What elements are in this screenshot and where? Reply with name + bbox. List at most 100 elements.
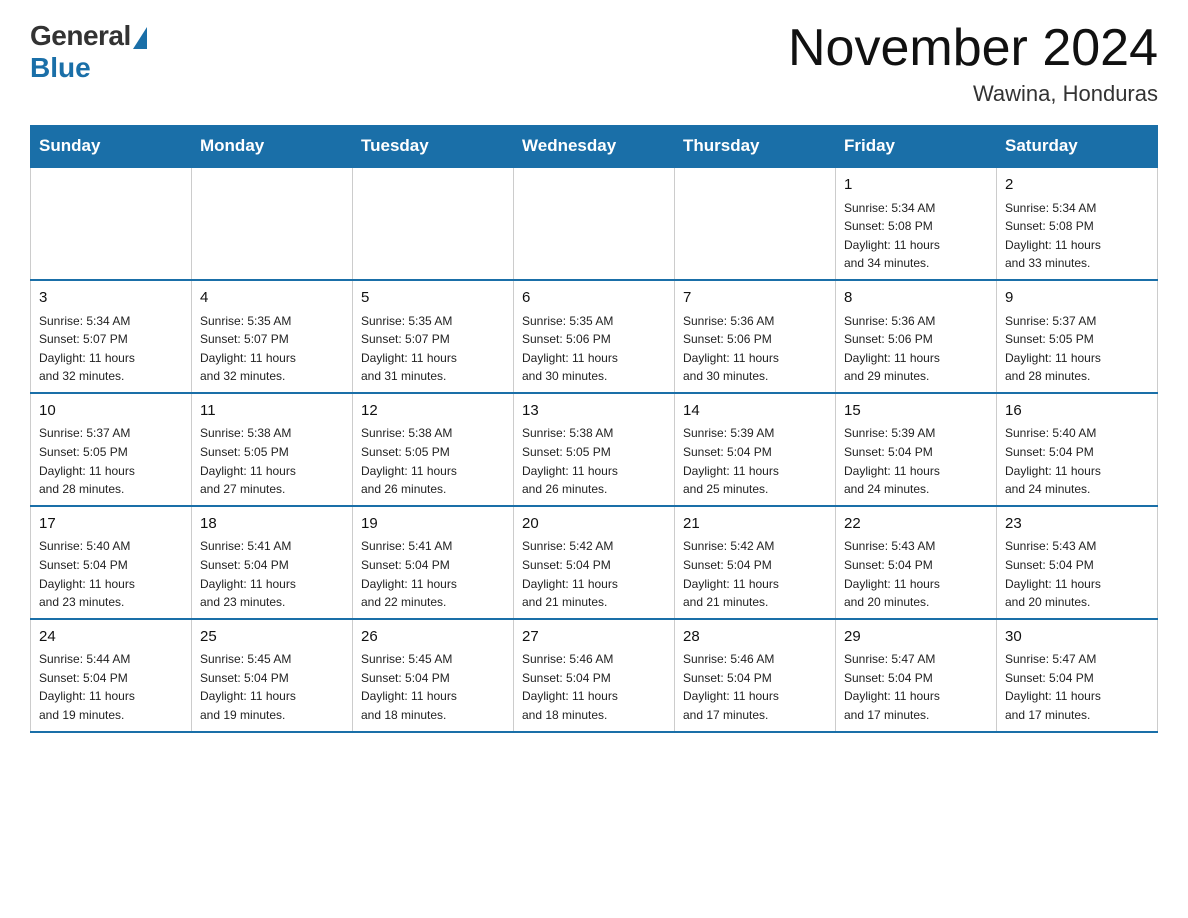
day-info: Sunrise: 5:42 AM Sunset: 5:04 PM Dayligh… [522,537,666,611]
calendar-cell: 21Sunrise: 5:42 AM Sunset: 5:04 PM Dayli… [675,506,836,619]
day-info: Sunrise: 5:36 AM Sunset: 5:06 PM Dayligh… [683,312,827,386]
day-number: 8 [844,287,988,310]
day-number: 27 [522,626,666,649]
day-info: Sunrise: 5:43 AM Sunset: 5:04 PM Dayligh… [844,537,988,611]
logo-general-text: General [30,20,131,52]
weekday-header-sunday: Sunday [31,126,192,168]
day-info: Sunrise: 5:34 AM Sunset: 5:08 PM Dayligh… [844,199,988,273]
day-info: Sunrise: 5:41 AM Sunset: 5:04 PM Dayligh… [361,537,505,611]
day-info: Sunrise: 5:39 AM Sunset: 5:04 PM Dayligh… [844,424,988,498]
day-info: Sunrise: 5:35 AM Sunset: 5:07 PM Dayligh… [361,312,505,386]
day-info: Sunrise: 5:36 AM Sunset: 5:06 PM Dayligh… [844,312,988,386]
calendar-cell [514,167,675,280]
calendar-cell: 19Sunrise: 5:41 AM Sunset: 5:04 PM Dayli… [353,506,514,619]
calendar-cell: 17Sunrise: 5:40 AM Sunset: 5:04 PM Dayli… [31,506,192,619]
weekday-header-saturday: Saturday [997,126,1158,168]
day-number: 28 [683,626,827,649]
day-info: Sunrise: 5:40 AM Sunset: 5:04 PM Dayligh… [1005,424,1149,498]
day-number: 1 [844,174,988,197]
page-header: General Blue November 2024 Wawina, Hondu… [30,20,1158,107]
calendar-week-row: 10Sunrise: 5:37 AM Sunset: 5:05 PM Dayli… [31,393,1158,506]
day-info: Sunrise: 5:45 AM Sunset: 5:04 PM Dayligh… [200,650,344,724]
calendar-cell: 28Sunrise: 5:46 AM Sunset: 5:04 PM Dayli… [675,619,836,732]
day-info: Sunrise: 5:38 AM Sunset: 5:05 PM Dayligh… [522,424,666,498]
weekday-header-tuesday: Tuesday [353,126,514,168]
day-info: Sunrise: 5:34 AM Sunset: 5:08 PM Dayligh… [1005,199,1149,273]
calendar-cell: 7Sunrise: 5:36 AM Sunset: 5:06 PM Daylig… [675,280,836,393]
day-info: Sunrise: 5:46 AM Sunset: 5:04 PM Dayligh… [683,650,827,724]
day-number: 18 [200,513,344,536]
calendar-cell: 4Sunrise: 5:35 AM Sunset: 5:07 PM Daylig… [192,280,353,393]
calendar-cell: 11Sunrise: 5:38 AM Sunset: 5:05 PM Dayli… [192,393,353,506]
calendar-cell: 16Sunrise: 5:40 AM Sunset: 5:04 PM Dayli… [997,393,1158,506]
day-number: 20 [522,513,666,536]
calendar-cell: 8Sunrise: 5:36 AM Sunset: 5:06 PM Daylig… [836,280,997,393]
weekday-header-monday: Monday [192,126,353,168]
day-number: 15 [844,400,988,423]
calendar-cell: 30Sunrise: 5:47 AM Sunset: 5:04 PM Dayli… [997,619,1158,732]
day-number: 5 [361,287,505,310]
day-info: Sunrise: 5:45 AM Sunset: 5:04 PM Dayligh… [361,650,505,724]
calendar-cell: 6Sunrise: 5:35 AM Sunset: 5:06 PM Daylig… [514,280,675,393]
day-number: 7 [683,287,827,310]
day-number: 12 [361,400,505,423]
calendar-cell: 24Sunrise: 5:44 AM Sunset: 5:04 PM Dayli… [31,619,192,732]
logo: General Blue [30,20,147,84]
day-info: Sunrise: 5:44 AM Sunset: 5:04 PM Dayligh… [39,650,183,724]
calendar-cell: 25Sunrise: 5:45 AM Sunset: 5:04 PM Dayli… [192,619,353,732]
day-info: Sunrise: 5:47 AM Sunset: 5:04 PM Dayligh… [844,650,988,724]
day-info: Sunrise: 5:38 AM Sunset: 5:05 PM Dayligh… [361,424,505,498]
calendar-cell: 20Sunrise: 5:42 AM Sunset: 5:04 PM Dayli… [514,506,675,619]
weekday-header-thursday: Thursday [675,126,836,168]
day-number: 3 [39,287,183,310]
calendar-cell: 9Sunrise: 5:37 AM Sunset: 5:05 PM Daylig… [997,280,1158,393]
calendar-cell [675,167,836,280]
location-title: Wawina, Honduras [788,81,1158,107]
day-number: 23 [1005,513,1149,536]
day-number: 4 [200,287,344,310]
day-info: Sunrise: 5:46 AM Sunset: 5:04 PM Dayligh… [522,650,666,724]
calendar-week-row: 3Sunrise: 5:34 AM Sunset: 5:07 PM Daylig… [31,280,1158,393]
calendar-cell: 18Sunrise: 5:41 AM Sunset: 5:04 PM Dayli… [192,506,353,619]
calendar-week-row: 17Sunrise: 5:40 AM Sunset: 5:04 PM Dayli… [31,506,1158,619]
calendar-cell [31,167,192,280]
day-info: Sunrise: 5:35 AM Sunset: 5:06 PM Dayligh… [522,312,666,386]
calendar-cell [192,167,353,280]
calendar-cell [353,167,514,280]
day-number: 14 [683,400,827,423]
day-info: Sunrise: 5:37 AM Sunset: 5:05 PM Dayligh… [39,424,183,498]
calendar-cell: 13Sunrise: 5:38 AM Sunset: 5:05 PM Dayli… [514,393,675,506]
day-number: 25 [200,626,344,649]
day-number: 26 [361,626,505,649]
day-number: 30 [1005,626,1149,649]
logo-triangle-icon [133,27,147,49]
day-info: Sunrise: 5:43 AM Sunset: 5:04 PM Dayligh… [1005,537,1149,611]
title-block: November 2024 Wawina, Honduras [788,20,1158,107]
day-number: 22 [844,513,988,536]
logo-blue-text: Blue [30,52,91,84]
weekday-header-wednesday: Wednesday [514,126,675,168]
day-info: Sunrise: 5:35 AM Sunset: 5:07 PM Dayligh… [200,312,344,386]
calendar-week-row: 24Sunrise: 5:44 AM Sunset: 5:04 PM Dayli… [31,619,1158,732]
day-number: 29 [844,626,988,649]
day-number: 13 [522,400,666,423]
calendar-cell: 22Sunrise: 5:43 AM Sunset: 5:04 PM Dayli… [836,506,997,619]
day-info: Sunrise: 5:40 AM Sunset: 5:04 PM Dayligh… [39,537,183,611]
day-info: Sunrise: 5:42 AM Sunset: 5:04 PM Dayligh… [683,537,827,611]
day-info: Sunrise: 5:41 AM Sunset: 5:04 PM Dayligh… [200,537,344,611]
day-info: Sunrise: 5:37 AM Sunset: 5:05 PM Dayligh… [1005,312,1149,386]
day-number: 9 [1005,287,1149,310]
day-info: Sunrise: 5:47 AM Sunset: 5:04 PM Dayligh… [1005,650,1149,724]
day-number: 24 [39,626,183,649]
calendar-cell: 23Sunrise: 5:43 AM Sunset: 5:04 PM Dayli… [997,506,1158,619]
calendar-cell: 26Sunrise: 5:45 AM Sunset: 5:04 PM Dayli… [353,619,514,732]
day-number: 6 [522,287,666,310]
calendar-week-row: 1Sunrise: 5:34 AM Sunset: 5:08 PM Daylig… [31,167,1158,280]
calendar-cell: 10Sunrise: 5:37 AM Sunset: 5:05 PM Dayli… [31,393,192,506]
calendar-cell: 15Sunrise: 5:39 AM Sunset: 5:04 PM Dayli… [836,393,997,506]
weekday-header-friday: Friday [836,126,997,168]
day-info: Sunrise: 5:38 AM Sunset: 5:05 PM Dayligh… [200,424,344,498]
weekday-header-row: SundayMondayTuesdayWednesdayThursdayFrid… [31,126,1158,168]
day-info: Sunrise: 5:34 AM Sunset: 5:07 PM Dayligh… [39,312,183,386]
calendar-cell: 3Sunrise: 5:34 AM Sunset: 5:07 PM Daylig… [31,280,192,393]
